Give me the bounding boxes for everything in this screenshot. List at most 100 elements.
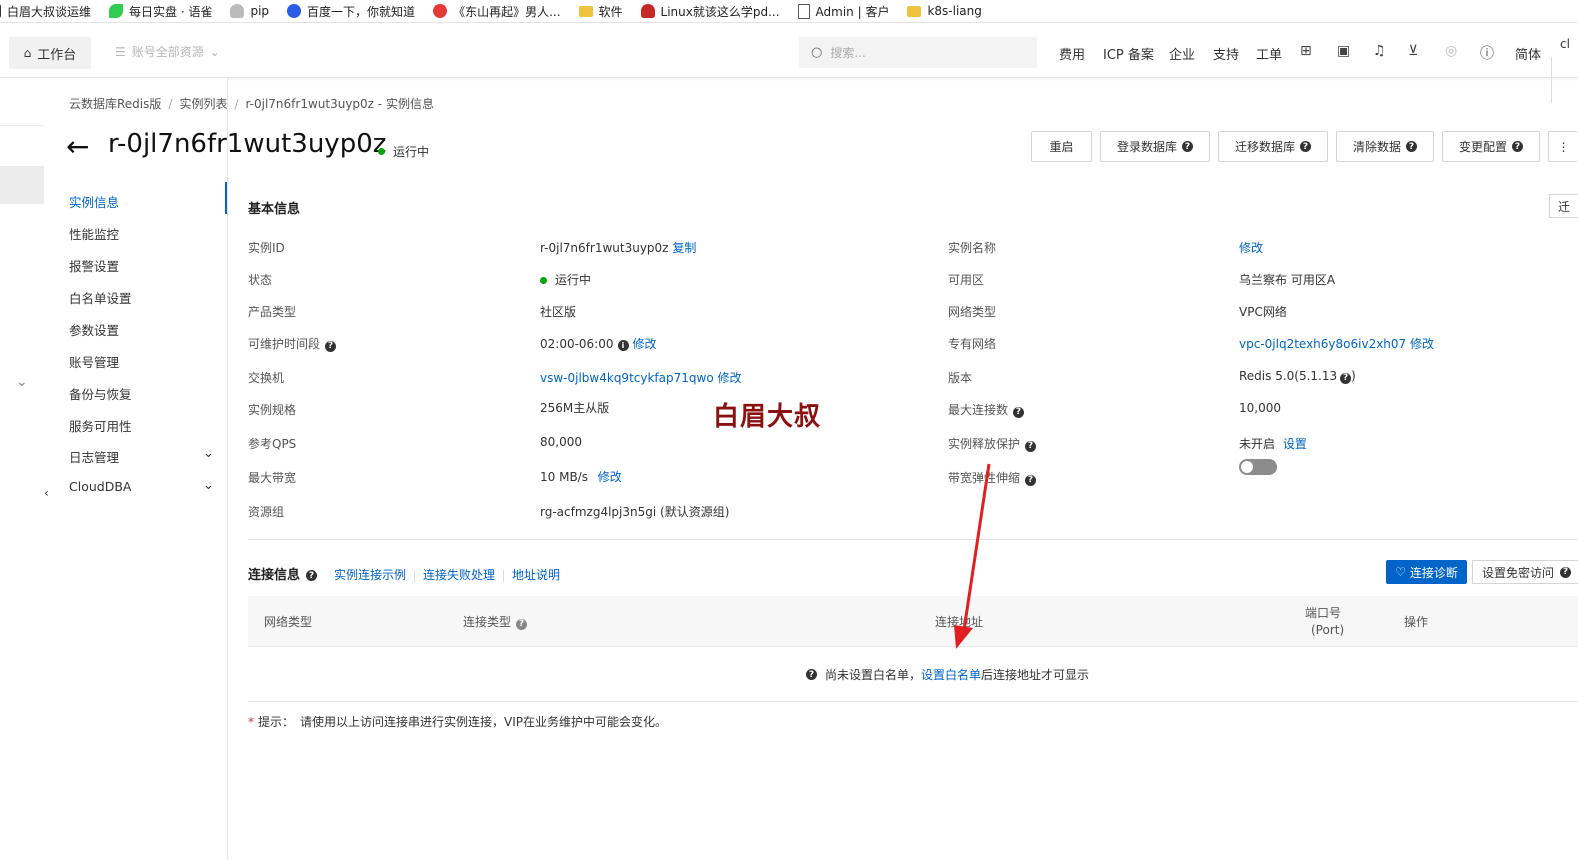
bookmark-item[interactable]: Admin | 客户 <box>797 3 889 20</box>
label-network-type: 网络类型 <box>948 305 997 319</box>
help-icon[interactable]: ? <box>1340 372 1352 384</box>
change-config-button[interactable]: 变更配置? <box>1442 131 1540 162</box>
bookmark-item[interactable]: 每日实盘 · 语雀 <box>109 3 212 20</box>
vswitch-link[interactable]: vsw-0jlbw4kq9tcykfap71qwo <box>540 371 714 385</box>
collapse-sidebar-button[interactable]: ‹ <box>44 486 62 548</box>
connection-failure-link[interactable]: 连接失败处理 <box>423 568 495 582</box>
modify-link[interactable]: 修改 <box>1239 241 1263 255</box>
menu-item-parameters[interactable]: 参数设置 <box>69 320 219 339</box>
cart-icon[interactable]: ⊻ <box>1408 43 1418 59</box>
user-menu[interactable]: cl <box>1560 37 1570 51</box>
label-zone: 可用区 <box>948 273 985 287</box>
modify-link[interactable]: 修改 <box>1410 337 1434 351</box>
modify-link[interactable]: 修改 <box>598 470 622 484</box>
nav-ticket[interactable]: 工单 <box>1256 44 1282 63</box>
divider <box>414 569 416 582</box>
set-link[interactable]: 设置 <box>1283 437 1307 451</box>
menu-item-performance[interactable]: 性能监控 <box>69 224 219 243</box>
copy-link[interactable]: 复制 <box>672 241 696 255</box>
set-whitelist-link[interactable]: 设置白名单 <box>921 666 981 683</box>
bookmark-label: k8s-liang <box>927 4 982 18</box>
nav-enterprise[interactable]: 企业 <box>1169 44 1195 63</box>
menu-item-whitelist[interactable]: 白名单设置 <box>69 288 219 307</box>
bookmark-item[interactable]: k8s-liang <box>907 4 982 18</box>
modify-link[interactable]: 修改 <box>633 337 657 351</box>
menu-label: 实例信息 <box>69 195 120 210</box>
help-icon[interactable]: ? <box>1013 406 1025 418</box>
clear-data-button[interactable]: 清除数据? <box>1336 131 1434 162</box>
more-actions-button[interactable]: ⋮ <box>1548 131 1578 162</box>
menu-item-accounts[interactable]: 账号管理 <box>69 352 219 371</box>
help-icon[interactable]: ? <box>1025 474 1037 486</box>
bookmark-item[interactable]: 白眉大叔谈运维 <box>0 3 91 20</box>
bookmark-item[interactable]: Linux就该这么学pd... <box>640 3 780 20</box>
breadcrumb-item[interactable]: 实例列表 <box>179 97 227 111</box>
breadcrumb-current: r-0jl7n6fr1wut3uyp0z - 实例信息 <box>245 97 434 111</box>
help-icon[interactable]: ? <box>325 340 337 352</box>
menu-item-alarm[interactable]: 报警设置 <box>69 256 219 275</box>
rail-item-selected[interactable] <box>0 166 44 204</box>
workbench-button[interactable]: ⌂ 工作台 <box>9 37 91 69</box>
label-spec: 实例规格 <box>248 403 297 417</box>
watermark-text: 白眉大叔 <box>713 402 822 432</box>
menu-label: 服务可用性 <box>69 419 132 434</box>
connection-diagnose-button[interactable]: ♡ 连接诊断 <box>1386 560 1467 584</box>
migrate-zone-button[interactable]: 迁 <box>1549 194 1578 218</box>
menu-item-availability[interactable]: 服务可用性 <box>69 416 219 435</box>
back-arrow-icon[interactable]: ← <box>66 133 89 161</box>
label-qps: 参考QPS <box>248 437 297 451</box>
bandwidth-autoscale-toggle[interactable] <box>1239 459 1277 475</box>
account-scope-selector[interactable]: ☰ 账号全部资源 ⌄ <box>115 43 220 60</box>
help-icon[interactable]: ? <box>1025 440 1037 452</box>
terminal-icon[interactable]: ▣ <box>1337 43 1350 59</box>
bell-icon[interactable]: ♫ <box>1373 43 1386 59</box>
value-text: 运行中 <box>555 273 592 287</box>
search-input[interactable]: ○ 搜索... <box>799 37 1037 68</box>
help-icon[interactable]: ? <box>516 618 528 630</box>
button-label: 登录数据库 <box>1116 140 1177 154</box>
bookmark-item[interactable]: pip <box>230 4 269 18</box>
chevron-down-icon[interactable]: ⌄ <box>16 374 28 390</box>
column-port: 端口号 <box>1305 606 1342 620</box>
value-network-type: VPC网络 <box>1239 305 1287 319</box>
workbench-label: 工作台 <box>37 47 77 63</box>
menu-item-clouddba[interactable]: CloudDBA ⌄ <box>69 478 219 494</box>
modify-link[interactable]: 修改 <box>718 371 742 385</box>
login-db-button[interactable]: 登录数据库? <box>1100 131 1210 162</box>
menu-item-instance-info[interactable]: 实例信息 <box>69 192 219 211</box>
vpc-link[interactable]: vpc-0jlq2texh6y8o6iv2xh07 <box>1239 337 1406 351</box>
play-icon <box>433 4 448 18</box>
section-divider <box>248 701 1578 702</box>
bookmark-icon <box>0 4 1 18</box>
help-icon[interactable]: ? <box>306 570 318 581</box>
label-maintenance-window: 可维护时间段? <box>248 335 337 352</box>
app-icon[interactable]: ⊞ <box>1300 43 1312 59</box>
language-switch[interactable]: 简体 <box>1515 44 1541 63</box>
bookmark-item[interactable]: 《东山再起》男人... <box>433 3 561 20</box>
menu-item-backup[interactable]: 备份与恢复 <box>69 384 219 403</box>
column-text: 连接类型 <box>463 615 512 629</box>
bookmark-item[interactable]: 百度一下，你就知道 <box>287 3 415 20</box>
value-release-protection: 未开启 设置 <box>1239 435 1307 452</box>
migrate-db-button[interactable]: 迁移数据库? <box>1218 131 1328 162</box>
search-placeholder: 搜索... <box>830 46 866 60</box>
passwordless-access-button[interactable]: 设置免密访问? <box>1472 560 1578 584</box>
lightbulb-icon[interactable]: ◎ <box>1445 43 1457 59</box>
empty-prefix: 尚未设置白名单， <box>825 668 922 682</box>
column-port-sub: (Port) <box>1311 623 1345 637</box>
yuque-icon <box>109 4 124 18</box>
menu-item-logs[interactable]: 日志管理 ⌄ <box>69 446 219 466</box>
restart-button[interactable]: 重启 <box>1031 131 1092 162</box>
nav-support[interactable]: 支持 <box>1213 44 1239 63</box>
nav-billing[interactable]: 费用 <box>1059 44 1085 63</box>
label-bandwidth: 最大带宽 <box>248 471 297 485</box>
breadcrumb-item[interactable]: 云数据库Redis版 <box>69 97 161 111</box>
page-icon <box>797 3 810 19</box>
value-qps: 80,000 <box>540 435 582 449</box>
address-help-link[interactable]: 地址说明 <box>512 568 560 582</box>
bookmark-item[interactable]: 软件 <box>578 3 623 20</box>
help-icon[interactable]: ⓘ <box>1480 43 1494 63</box>
connection-example-link[interactable]: 实例连接示例 <box>334 568 406 582</box>
info-icon[interactable]: i <box>617 340 629 351</box>
nav-icp[interactable]: ICP 备案 <box>1103 44 1154 63</box>
